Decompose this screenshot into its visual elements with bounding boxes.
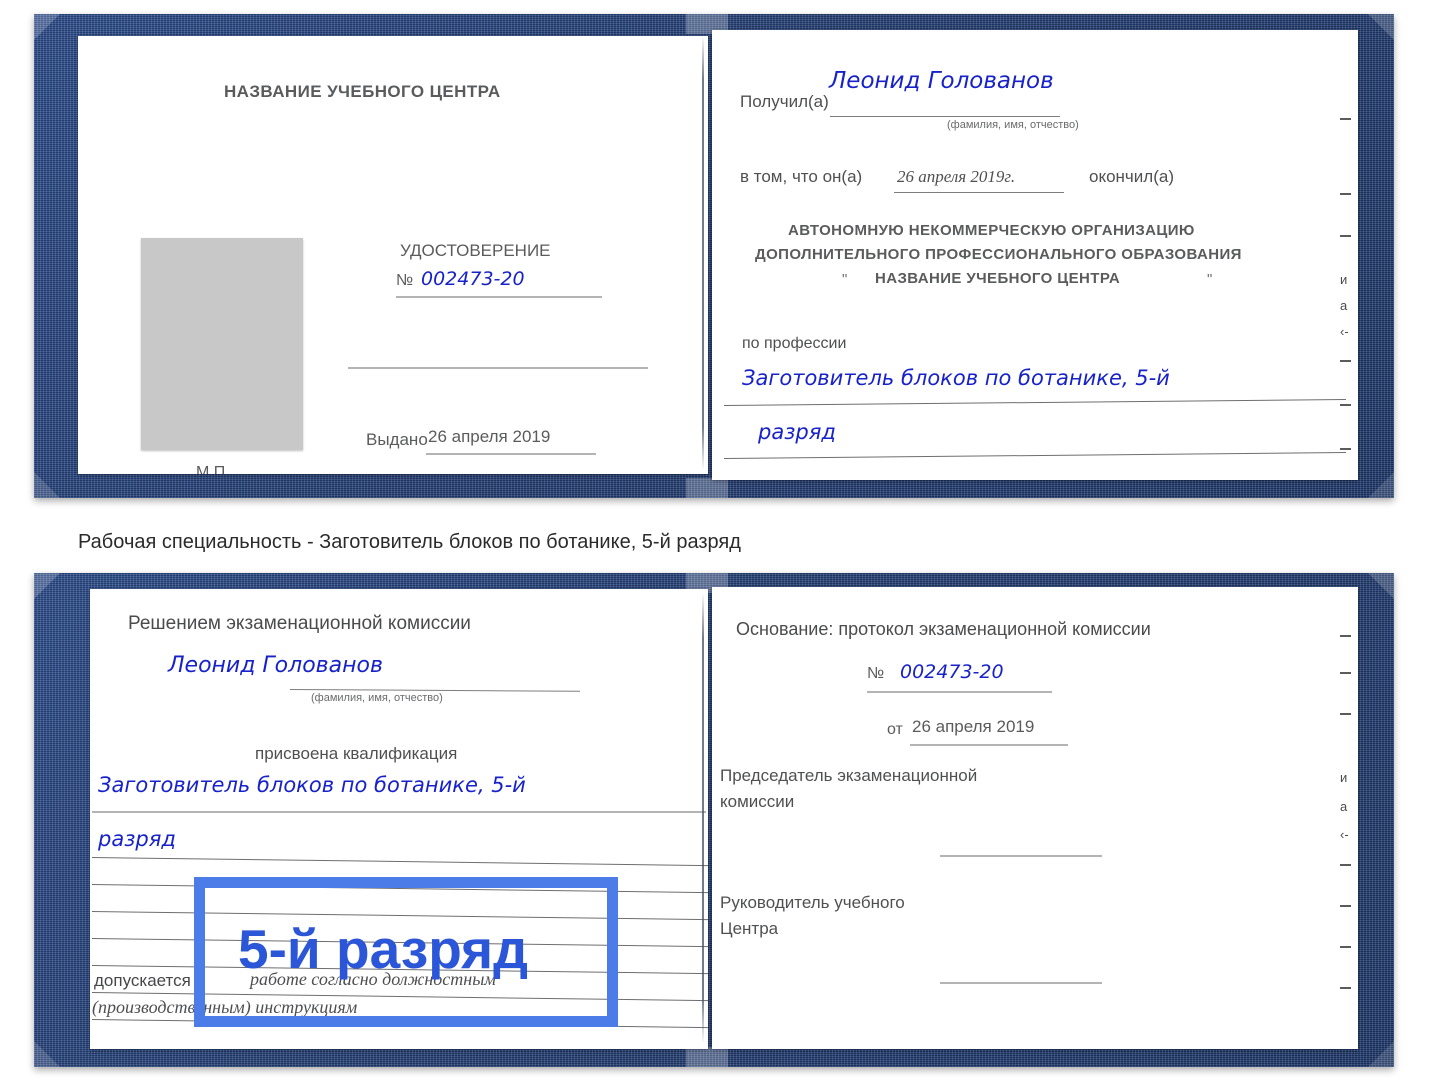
- org-name: НАЗВАНИЕ УЧЕБНОГО ЦЕНТРА: [875, 270, 1121, 287]
- number-rule: [396, 296, 602, 298]
- cover-corner-top-left: [34, 14, 60, 40]
- bottom-certificate-book: Решением экзаменационной комиссии Леонид…: [34, 573, 1394, 1067]
- received-name-value: Леонид Голованов: [829, 68, 1054, 94]
- received-rule: [830, 116, 1060, 117]
- bottom-book-spine-fold: [702, 593, 704, 1043]
- profession-value-line-1: Заготовитель блоков по ботанике, 5-й: [742, 366, 1170, 390]
- decision-name-value: Леонид Голованов: [168, 653, 383, 678]
- qualification-rule-1: [92, 811, 706, 813]
- that-he-label: в том, что он(а): [740, 167, 863, 186]
- fio-hint-top: (фамилия, имя, отчество): [947, 119, 1079, 131]
- document-title: УДОСТОВЕРЕНИЕ: [400, 241, 551, 260]
- qualification-label: присвоена квалификация: [255, 744, 458, 763]
- head-signature-rule: [940, 982, 1102, 984]
- cover-corner-top-left-2: [34, 573, 60, 599]
- margin-dash-b5: [1340, 905, 1351, 907]
- margin-dash-b3: [1340, 713, 1351, 715]
- org-quote-close: ": [1207, 271, 1213, 288]
- head-line-1: Руководитель учебного: [720, 893, 905, 912]
- finished-label: окончил(а): [1089, 167, 1174, 186]
- profession-value-line-2: разряд: [758, 420, 836, 444]
- org-line-2: ДОПОЛНИТЕЛЬНОГО ПРОФЕССИОНАЛЬНОГО ОБРАЗО…: [755, 246, 1242, 263]
- margin-dash-b4: [1340, 864, 1351, 866]
- admitted-label: допускается к: [94, 971, 204, 990]
- bottom-left-page: Решением экзаменационной комиссии Леонид…: [90, 589, 708, 1049]
- spine-notch-bottom: [686, 478, 728, 498]
- cover-corner-top-right-2: [1368, 573, 1394, 599]
- certificate-number-value: 002473-20: [421, 268, 525, 290]
- margin-dash-6: [1340, 448, 1351, 450]
- ruled-line-1: [91, 857, 708, 867]
- photo-placeholder: [141, 238, 303, 450]
- profession-label: по профессии: [742, 335, 847, 352]
- margin-dash-b2: [1340, 672, 1351, 674]
- margin-dash-b1: [1340, 635, 1351, 637]
- head-line-2: Центра: [720, 919, 779, 938]
- qualification-value-line-2: разряд: [98, 827, 176, 851]
- chairman-signature-rule: [940, 855, 1102, 857]
- margin-dash-4: [1340, 360, 1351, 362]
- top-left-page: НАЗВАНИЕ УЧЕБНОГО ЦЕНТРА УДОСТОВЕРЕНИЕ №…: [78, 36, 708, 474]
- top-right-page: Получил(а) Леонид Голованов (фамилия, им…: [712, 30, 1358, 480]
- spine-notch-bottom-2: [686, 1047, 728, 1067]
- number-symbol: №: [396, 272, 414, 289]
- bottom-right-page: Основание: протокол экзаменационной коми…: [712, 587, 1358, 1049]
- profession-rule-2: [723, 452, 1346, 459]
- decision-label: Решением экзаменационной комиссии: [128, 613, 471, 634]
- blank-rule-1: [348, 367, 648, 369]
- profession-rule-1: [723, 399, 1346, 406]
- that-he-rule: [894, 192, 1064, 193]
- stamp-label: М.П.: [196, 464, 230, 474]
- margin-fragment-3: ‹-: [1340, 324, 1349, 339]
- margin-dash-3: [1340, 235, 1351, 237]
- margin-fragment-b2: а: [1340, 799, 1348, 814]
- fio-hint-bottom: (фамилия, имя, отчество): [311, 692, 443, 704]
- protocol-number-symbol: №: [867, 665, 885, 682]
- org-line-1: АВТОНОМНУЮ НЕКОММЕРЧЕСКУЮ ОРГАНИЗАЦИЮ: [788, 222, 1195, 239]
- protocol-number-rule: [867, 691, 1052, 693]
- margin-dash-2: [1340, 193, 1351, 195]
- highlight-label: 5-й разряд: [238, 918, 529, 980]
- margin-fragment-b3: ‹-: [1340, 827, 1349, 842]
- cover-corner-bottom-left: [34, 472, 60, 498]
- margin-dash-b6: [1340, 946, 1351, 948]
- protocol-date-value: 26 апреля 2019: [912, 717, 1035, 736]
- protocol-number-value: 002473-20: [900, 661, 1004, 683]
- training-center-heading: НАЗВАНИЕ УЧЕБНОГО ЦЕНТРА: [224, 82, 501, 101]
- issued-label: Выдано: [366, 430, 428, 449]
- top-certificate-book: НАЗВАНИЕ УЧЕБНОГО ЦЕНТРА УДОСТОВЕРЕНИЕ №…: [34, 14, 1394, 498]
- cover-corner-bottom-right-2: [1368, 1041, 1394, 1067]
- margin-fragment-1: и: [1340, 272, 1348, 287]
- org-quote-open: ": [842, 271, 848, 288]
- margin-fragment-2: а: [1340, 298, 1348, 313]
- issued-date-value: 26 апреля 2019: [428, 427, 551, 446]
- received-label: Получил(а): [740, 92, 829, 111]
- margin-dash-1: [1340, 118, 1351, 120]
- chairman-line-1: Председатель экзаменационной: [720, 766, 978, 785]
- margin-dash-5: [1340, 404, 1351, 406]
- cover-corner-top-right: [1368, 14, 1394, 40]
- issued-rule: [426, 453, 596, 455]
- page-caption: Рабочая специальность - Заготовитель бло…: [78, 531, 741, 553]
- cover-corner-bottom-left-2: [34, 1041, 60, 1067]
- that-he-date-value: 26 апреля 2019г.: [897, 167, 1016, 186]
- protocol-date-label: от: [887, 721, 903, 738]
- basis-label: Основание: протокол экзаменационной коми…: [736, 619, 1151, 639]
- chairman-line-2: комиссии: [720, 792, 795, 811]
- protocol-date-rule: [910, 744, 1068, 746]
- cover-corner-bottom-right: [1368, 472, 1394, 498]
- margin-dash-b7: [1340, 987, 1351, 989]
- margin-fragment-b1: и: [1340, 770, 1348, 785]
- top-book-spine-fold: [702, 36, 704, 470]
- qualification-value-line-1: Заготовитель блоков по ботанике, 5-й: [98, 773, 526, 797]
